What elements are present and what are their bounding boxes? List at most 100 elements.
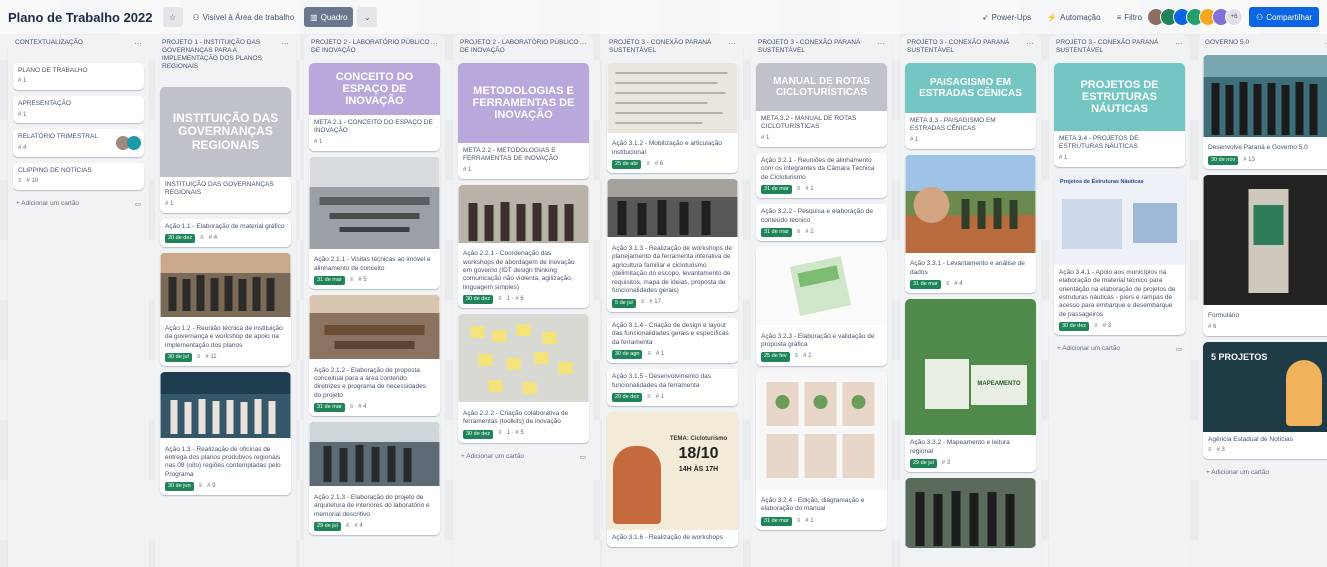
list-card[interactable]: Ação 3.1.4 - Criação de design e layout … xyxy=(607,317,738,364)
list-card[interactable]: Ação 3.1.5 - Desenvolvimento das funcion… xyxy=(607,369,738,407)
add-card-button[interactable]: + Adicionar um cartão ▭ xyxy=(1054,341,1185,357)
list-card[interactable]: PLANO DE TRABALHO # 1 xyxy=(13,63,144,91)
list-projeto-2-conceito[interactable]: PROJETO 2 - LABORATÓRIO PÚBLICO DE INOVA… xyxy=(304,35,445,567)
due-date-badge[interactable]: 30 de ago xyxy=(612,349,643,360)
share-button[interactable]: ⚇ Compartilhar xyxy=(1249,7,1319,27)
due-date-badge[interactable]: 30 de nov xyxy=(1208,155,1239,166)
view-switcher-button[interactable]: ▥ Quadro xyxy=(304,7,354,27)
due-date-badge[interactable]: 29 de jul xyxy=(910,459,937,469)
more-icon[interactable]: ⋯ xyxy=(579,39,587,63)
visibility-button[interactable]: ⚇ Visível à Área de trabalho xyxy=(187,7,301,27)
list-card[interactable]: Ação 2.1.3 - Elaboração do projeto de ar… xyxy=(309,422,440,536)
list-title[interactable]: GOVERNO 5.0 xyxy=(1205,39,1249,55)
list-title[interactable]: PROJETO 3 - CONEXÃO PARANÁ SUSTENTÁVEL xyxy=(907,39,1026,63)
list-card[interactable]: RELATÓRIO TRIMESTRAL # 4 xyxy=(13,129,144,157)
due-date-badge[interactable]: 30 de dez xyxy=(463,295,494,305)
list-contextualizacao[interactable]: CONTEXTUALIZAÇÃO ⋯ PLANO DE TRABALHO # 1 A… xyxy=(8,35,149,567)
view-dropdown-button[interactable]: ⌄ xyxy=(357,7,378,27)
list-title[interactable]: PROJETO 3 - CONEXÃO PARANÁ SUSTENTÁVEL xyxy=(609,39,728,63)
due-date-badge[interactable]: 30 de dez xyxy=(463,429,494,439)
list-title[interactable]: PROJETO 2 - LABORATÓRIO PÚBLICO DE INOVA… xyxy=(460,39,579,63)
more-icon[interactable]: ⋯ xyxy=(134,39,142,63)
due-date-badge[interactable]: 20 de dez xyxy=(165,234,196,244)
due-date-badge[interactable]: 30 de jun xyxy=(165,482,194,492)
list-governo-5[interactable]: GOVERNO 5.0⋯ Desenvolve Paraná e Governo… xyxy=(1198,35,1327,567)
member-count[interactable]: +6 xyxy=(1225,8,1244,26)
list-card[interactable]: Ação 3.2.3 - Elaboração e validação de p… xyxy=(756,247,887,366)
list-card[interactable]: Ação 3.2.2 - Pesquisa e elaboração de co… xyxy=(756,204,887,242)
list-card[interactable]: MANUAL DE ROTAS CICLOTURÍSTICAS META 3.2… xyxy=(756,63,887,147)
due-date-badge[interactable]: 31 de mar xyxy=(761,184,792,195)
more-icon[interactable]: ⋯ xyxy=(877,39,885,63)
list-card[interactable]: Ação 1.1 - Elaboração de material gráfic… xyxy=(160,218,291,248)
add-card-button[interactable]: + Adicionar um cartão ▭ xyxy=(458,449,589,465)
list-title[interactable]: PROJETO 3 - CONEXÃO PARANÁ SUSTENTÁVEL xyxy=(1056,39,1175,63)
powerups-button[interactable]: ➶ Power-Ups xyxy=(976,7,1037,27)
filter-button[interactable]: ≡ Filtro xyxy=(1111,7,1148,27)
due-date-badge[interactable]: 5 de jul xyxy=(612,298,636,308)
due-date-badge[interactable]: 31 de mar xyxy=(910,279,941,290)
list-card[interactable]: Ação 3.3.1 - Levantamento e análise de d… xyxy=(905,154,1036,294)
list-card[interactable]: Ação 2.2.1 - Coordenação das workshops d… xyxy=(458,184,589,309)
list-card[interactable]: INSTITUIÇÃO DAS GOVERNANÇAS REGIONAIS IN… xyxy=(160,87,291,213)
list-card[interactable]: Ação 3.2.4 - Edição, diagramação e elabo… xyxy=(756,371,887,531)
more-icon[interactable]: ⋯ xyxy=(430,39,438,63)
list-card[interactable]: Formulário # 6 xyxy=(1203,175,1327,336)
more-icon[interactable]: ⋯ xyxy=(1175,39,1183,63)
list-card[interactable]: Ação 2.1.2 - Elaboração de proposta conc… xyxy=(309,295,440,417)
template-icon[interactable]: ▭ xyxy=(135,200,141,208)
template-icon[interactable]: ▭ xyxy=(580,453,586,461)
add-card-button[interactable]: + Adicionar um cartão ▭ xyxy=(13,196,144,212)
due-date-badge[interactable]: 20 de dez xyxy=(612,392,643,403)
attachment-count: # 1 xyxy=(655,350,665,357)
due-date-badge[interactable]: 31 de mar xyxy=(761,516,792,527)
more-icon[interactable]: ⋯ xyxy=(728,39,736,63)
automation-button[interactable]: ⚡ Automação xyxy=(1041,7,1106,27)
list-card[interactable]: MAPEAMENTO Ação 3.3.2 - Mapeamento e lei… xyxy=(905,299,1036,473)
list-title[interactable]: PROJETO 3 - CONEXÃO PARANÁ SUSTENTÁVEL xyxy=(758,39,877,63)
due-date-badge[interactable]: 29 de jul xyxy=(314,522,341,532)
list-title[interactable]: PROJETO 1 - INSTITUIÇÃO DAS GOVERNANÇAS … xyxy=(162,39,281,87)
more-icon[interactable]: ⋯ xyxy=(281,39,289,87)
star-button[interactable]: ☆ xyxy=(162,7,183,27)
due-date-badge[interactable]: 25 de fev xyxy=(761,352,790,362)
list-card[interactable]: Ação 3.2.1 - Reuniões de alinhamento com… xyxy=(756,152,887,199)
list-projeto-3-manual[interactable]: PROJETO 3 - CONEXÃO PARANÁ SUSTENTÁVEL ⋯ … xyxy=(751,35,892,567)
list-projeto-3-nauticas[interactable]: PROJETO 3 - CONEXÃO PARANÁ SUSTENTÁVEL ⋯ … xyxy=(1049,35,1190,567)
add-card-button[interactable]: + Adicionar um cartão xyxy=(1203,465,1327,480)
list-projeto-2-metodologias[interactable]: PROJETO 2 - LABORATÓRIO PÚBLICO DE INOVA… xyxy=(453,35,594,567)
description-icon: ≡ xyxy=(796,517,801,524)
list-projeto-3-conexao[interactable]: PROJETO 3 - CONEXÃO PARANÁ SUSTENTÁVEL ⋯ … xyxy=(602,35,743,567)
list-projeto-1[interactable]: PROJETO 1 - INSTITUIÇÃO DAS GOVERNANÇAS … xyxy=(155,35,296,567)
list-card[interactable]: TEMA: Cicloturismo 18/10 14H ÀS 17H Ação… xyxy=(607,412,738,547)
due-date-badge[interactable]: 30 de jul xyxy=(165,353,192,363)
due-date-badge[interactable]: 31 de mar xyxy=(761,228,792,238)
list-title[interactable]: CONTEXTUALIZAÇÃO xyxy=(15,39,83,63)
template-icon[interactable]: ▭ xyxy=(1176,345,1182,353)
list-card[interactable]: 5 PROJETOS Agência Estadual de Notícias ≡… xyxy=(1203,341,1327,459)
list-card[interactable]: METODOLOGIAS E FERRAMENTAS DE INOVAÇÃO M… xyxy=(458,63,589,179)
list-card[interactable]: Desenvolve Paraná e Governo 5.0 30 de nov… xyxy=(1203,55,1327,170)
list-card[interactable]: Ação 3.1.2 - Mobilização e articulação i… xyxy=(607,63,738,174)
more-icon[interactable]: ⋯ xyxy=(1026,39,1034,63)
list-card[interactable]: CONCEITO DO ESPAÇO DE INOVAÇÃO META 2.1 … xyxy=(309,63,440,151)
list-card[interactable]: APRESENTAÇÃO # 1 xyxy=(13,96,144,124)
list-card[interactable]: Ação 3.1.3 - Realização de workshops de … xyxy=(607,179,738,312)
list-card[interactable]: PROJETOS DE ESTRUTURAS NÁUTICAS META 3.4… xyxy=(1054,63,1185,167)
list-projeto-3-paisagismo[interactable]: PROJETO 3 - CONEXÃO PARANÁ SUSTENTÁVEL ⋯ … xyxy=(900,35,1041,567)
due-date-badge[interactable]: 31 de mar xyxy=(314,275,345,286)
list-card[interactable]: Ação 2.1.1 - Visitas técnicas ao imóvel … xyxy=(309,156,440,290)
list-card[interactable]: CLIPPING DE NOTÍCIAS ≡ # 10 xyxy=(13,162,144,190)
list-card[interactable]: Ação 1.2 - Reunião técnica de instituiçã… xyxy=(160,253,291,367)
card-cover-photo: 5 PROJETOS xyxy=(1203,341,1327,432)
due-date-badge[interactable]: 25 de abr xyxy=(612,160,642,170)
board-title[interactable]: Plano de Trabalho 2022 xyxy=(8,10,153,25)
member-avatars[interactable]: +6 xyxy=(1147,8,1244,26)
list-title[interactable]: PROJETO 2 - LABORATÓRIO PÚBLICO DE INOVA… xyxy=(311,39,430,63)
due-date-badge[interactable]: 31 de mar xyxy=(314,403,345,413)
due-date-badge[interactable]: 30 de dez xyxy=(1059,322,1090,332)
list-card[interactable]: Ação 2.2.2 - Criação colaborativa de fer… xyxy=(458,314,589,443)
list-card[interactable]: Ação 1.3 - Realização de oficinas de ent… xyxy=(160,372,291,496)
list-card[interactable]: Projetos de Estruturas Náuticas Ação 3.4… xyxy=(1054,172,1185,336)
list-card[interactable]: PAISAGISMO EM ESTRADAS CÊNICAS META 3.3 … xyxy=(905,63,1036,149)
